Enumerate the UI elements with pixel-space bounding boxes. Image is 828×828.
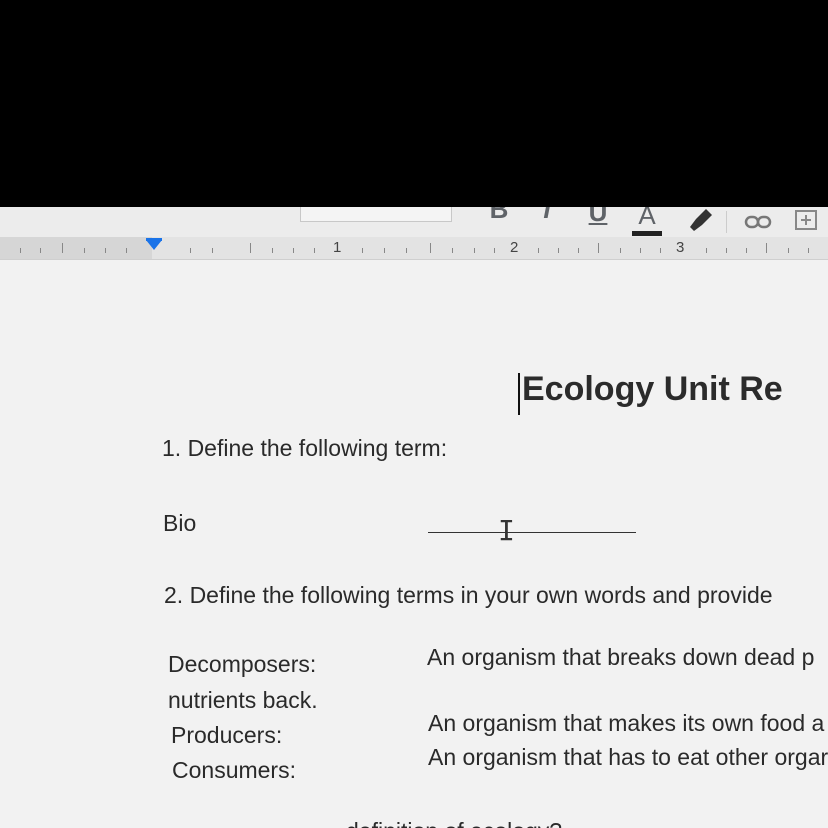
toolbar-separator	[726, 211, 727, 233]
ruler-number-1: 1	[333, 239, 342, 256]
text-cursor	[518, 373, 520, 415]
question-2: 2. Define the following terms in your ow…	[164, 582, 773, 608]
document-page[interactable]: Ecology Unit Re 1. Define the following …	[0, 260, 828, 828]
text-color-button[interactable]: A	[632, 207, 662, 229]
consumers-definition: An organism that has to eat other orgar	[428, 744, 828, 770]
producers-definition: An organism that makes its own food a	[428, 710, 825, 736]
underline-button[interactable]: U	[584, 207, 612, 226]
font-size-field[interactable]	[300, 207, 452, 222]
producers-label: Producers:	[171, 722, 283, 748]
question-3-partial: definition of ecology?	[346, 818, 562, 828]
ruler-margin	[0, 237, 152, 259]
left-indent-marker[interactable]	[146, 240, 162, 250]
ruler-number-2: 2	[510, 239, 519, 256]
answer-blank[interactable]	[428, 532, 636, 533]
horizontal-ruler[interactable]: 1 2 3	[0, 237, 828, 260]
document-title: Ecology Unit Re	[522, 370, 783, 408]
bold-button[interactable]: B	[484, 207, 514, 223]
question-1: 1. Define the following term:	[162, 435, 448, 461]
text-color-swatch	[632, 231, 662, 236]
bio-label: Bio	[163, 510, 197, 536]
consumers-label: Consumers:	[172, 757, 296, 783]
decomposers-definition: An organism that breaks down dead p	[427, 644, 815, 670]
ruler-number-3: 3	[676, 239, 685, 256]
screen: B I U A 1 2 3 Ecology Unit Re 1. Define …	[0, 207, 828, 828]
italic-button[interactable]: I	[535, 207, 559, 223]
highlighter-icon[interactable]	[686, 207, 714, 231]
decomposers-label: Decomposers:	[168, 651, 317, 677]
formatting-toolbar: B I U A	[0, 207, 828, 237]
add-comment-icon[interactable]	[794, 209, 820, 233]
link-icon[interactable]	[744, 213, 774, 231]
decomposers-continued: nutrients back.	[168, 687, 318, 713]
mouse-ibeam-cursor: I	[498, 514, 515, 547]
